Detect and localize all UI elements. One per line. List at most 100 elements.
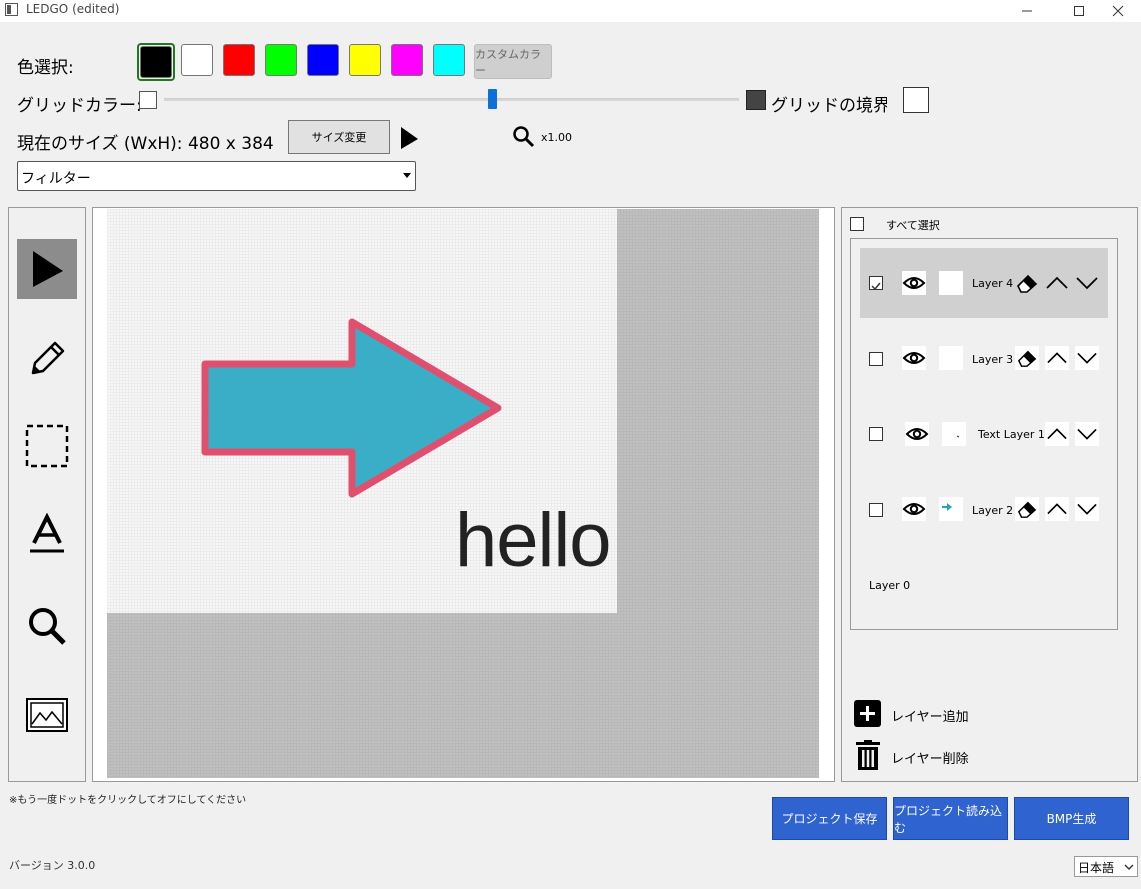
delete-layer-label: レイヤー削除 xyxy=(891,752,969,767)
move-layer-up-button[interactable] xyxy=(1045,346,1069,370)
custom-color-button[interactable]: カスタムカラー xyxy=(474,44,552,79)
move-layer-down-button[interactable] xyxy=(1075,422,1099,446)
swatch-cyan[interactable] xyxy=(433,44,465,76)
visibility-toggle[interactable] xyxy=(902,346,926,370)
filter-selected-value: フィルター xyxy=(21,171,91,187)
title-bar: LEDGO (edited) xyxy=(0,0,1141,22)
grid-opacity-slider-track[interactable] xyxy=(164,98,739,101)
check-icon xyxy=(871,282,881,291)
zoom-icon[interactable] xyxy=(512,125,536,149)
grid-border-label: グリッドの境界線 xyxy=(771,96,887,115)
swatch-red[interactable] xyxy=(223,44,255,76)
hint-text: ※もう一度ドットをクリックしてオフにしてください xyxy=(9,795,247,806)
filter-dropdown[interactable]: フィルター xyxy=(17,161,416,191)
add-layer-label: レイヤー追加 xyxy=(891,710,969,725)
chevron-up-icon xyxy=(1047,428,1067,440)
grid-opacity-slider-thumb[interactable] xyxy=(487,89,497,109)
move-layer-up-icon[interactable] xyxy=(1045,272,1069,294)
move-layer-up-button[interactable] xyxy=(1045,497,1069,521)
text-thumbnail-mark xyxy=(956,435,960,438)
swatch-white[interactable] xyxy=(181,44,213,76)
image-icon xyxy=(26,698,68,732)
layer-checkbox[interactable] xyxy=(869,352,883,366)
layer-thumbnail xyxy=(942,422,966,446)
move-layer-up-button[interactable] xyxy=(1045,422,1069,446)
eraser-button[interactable] xyxy=(1015,346,1039,370)
close-button[interactable] xyxy=(1095,0,1141,22)
layer-thumbnail xyxy=(939,346,963,370)
maximize-icon xyxy=(1074,6,1084,16)
eye-icon xyxy=(902,277,926,289)
swatch-black[interactable] xyxy=(140,46,172,78)
chevron-up-icon xyxy=(1047,503,1067,515)
arrow-thumbnail xyxy=(942,503,952,511)
delete-layer-button[interactable]: レイヤー削除 xyxy=(854,740,994,772)
visibility-toggle[interactable] xyxy=(902,271,926,295)
select-all-checkbox[interactable] xyxy=(850,217,864,231)
swatch-yellow[interactable] xyxy=(349,44,381,76)
layer-name: Text Layer 1 xyxy=(978,428,1045,441)
minimize-icon xyxy=(1022,10,1032,12)
plus-icon xyxy=(854,700,881,727)
language-selected: 日本語 xyxy=(1078,861,1115,875)
move-layer-down-button[interactable] xyxy=(1075,497,1099,521)
zoom-tool-button[interactable] xyxy=(17,596,77,656)
visibility-toggle[interactable] xyxy=(902,497,926,521)
image-tool-button[interactable] xyxy=(17,685,77,745)
layer-checkbox[interactable] xyxy=(869,427,883,441)
add-layer-button[interactable]: レイヤー追加 xyxy=(854,700,994,728)
move-layer-down-button[interactable] xyxy=(1075,346,1099,370)
chevron-down-icon xyxy=(1077,503,1097,515)
chevron-down-icon xyxy=(403,173,411,178)
magnifier-icon xyxy=(29,608,66,645)
move-layer-down-icon[interactable] xyxy=(1075,272,1099,294)
select-tool-button[interactable] xyxy=(17,239,77,299)
rect-select-tool-button[interactable] xyxy=(17,416,77,476)
text-a-icon xyxy=(30,513,64,553)
current-size-label: 現在のサイズ (WxH): 480 x 384 xyxy=(17,134,274,154)
layer-name: Layer 4 xyxy=(972,277,1014,290)
language-dropdown[interactable]: 日本語 xyxy=(1074,856,1138,877)
base-layer-name[interactable]: Layer 0 xyxy=(869,579,910,592)
grid-border-color-swatch[interactable] xyxy=(746,90,766,110)
chevron-down-icon xyxy=(1124,864,1134,870)
arrow-shape[interactable] xyxy=(200,318,505,500)
eraser-icon xyxy=(1017,501,1037,518)
canvas-text[interactable]: hello xyxy=(455,503,612,579)
layer-name: Layer 2 xyxy=(972,504,1014,517)
swatch-magenta[interactable] xyxy=(391,44,423,76)
pointer-mode-icon[interactable] xyxy=(398,126,420,150)
grid-color-swatch[interactable] xyxy=(139,91,157,109)
resize-button[interactable]: サイズ変更 xyxy=(288,120,390,154)
eye-icon xyxy=(902,352,926,364)
color-select-label: 色選択: xyxy=(17,58,74,78)
grid-color-label: グリッドカラー: xyxy=(17,96,142,116)
dashed-selection-icon xyxy=(25,424,69,468)
cursor-arrow-icon xyxy=(33,251,63,287)
swatch-green[interactable] xyxy=(265,44,297,76)
layer-checkbox[interactable] xyxy=(869,503,883,517)
layer-thumbnail xyxy=(939,497,963,521)
chevron-down-icon xyxy=(1077,428,1097,440)
visibility-toggle[interactable] xyxy=(905,422,929,446)
trash-icon xyxy=(856,740,880,770)
eraser-button[interactable] xyxy=(1015,497,1039,521)
save-project-button[interactable]: プロジェクト保存 xyxy=(772,797,887,840)
chevron-down-icon xyxy=(1077,352,1097,364)
load-project-button[interactable]: プロジェクト読み込む xyxy=(893,797,1008,840)
eraser-icon[interactable] xyxy=(1015,272,1039,294)
generate-bmp-button[interactable]: BMP生成 xyxy=(1014,797,1129,840)
eraser-icon xyxy=(1017,350,1037,367)
text-tool-button[interactable] xyxy=(17,505,77,565)
swatch-blue[interactable] xyxy=(307,44,339,76)
zoom-level: x1.00 xyxy=(541,131,573,144)
layer-name: Layer 3 xyxy=(972,353,1014,366)
close-icon xyxy=(1112,5,1124,17)
version-label: バージョン 3.0.0 xyxy=(9,859,96,872)
select-all-label: すべて選択 xyxy=(886,219,940,232)
eye-icon xyxy=(902,503,926,515)
layer-checkbox[interactable] xyxy=(869,276,883,291)
minimize-button[interactable] xyxy=(1004,0,1050,22)
grid-border-toggle[interactable] xyxy=(903,87,929,113)
pencil-tool-button[interactable] xyxy=(17,327,77,387)
